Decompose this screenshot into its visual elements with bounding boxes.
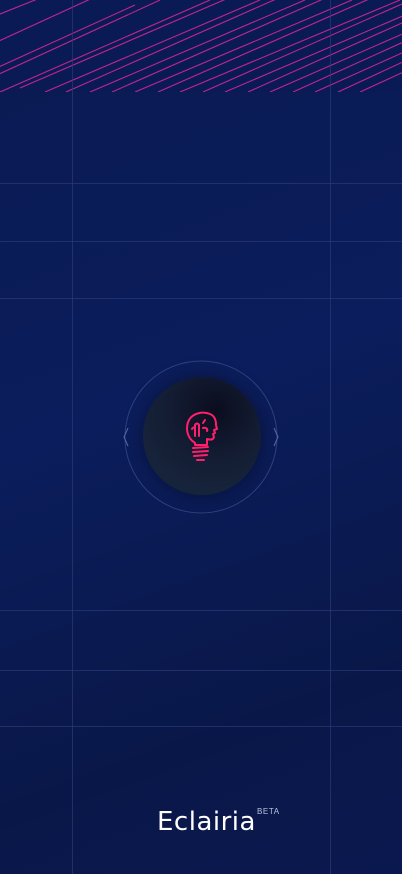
decorative-stripe-band <box>0 0 402 92</box>
diagonal-stripes <box>0 0 402 92</box>
brand-wordmark: Eclairia BETA <box>0 806 402 846</box>
beta-badge: BETA <box>257 807 280 816</box>
splash-screen: Eclairia BETA <box>0 0 402 874</box>
lightbulb-head-icon <box>186 411 218 461</box>
app-name: Eclairia <box>157 807 256 837</box>
